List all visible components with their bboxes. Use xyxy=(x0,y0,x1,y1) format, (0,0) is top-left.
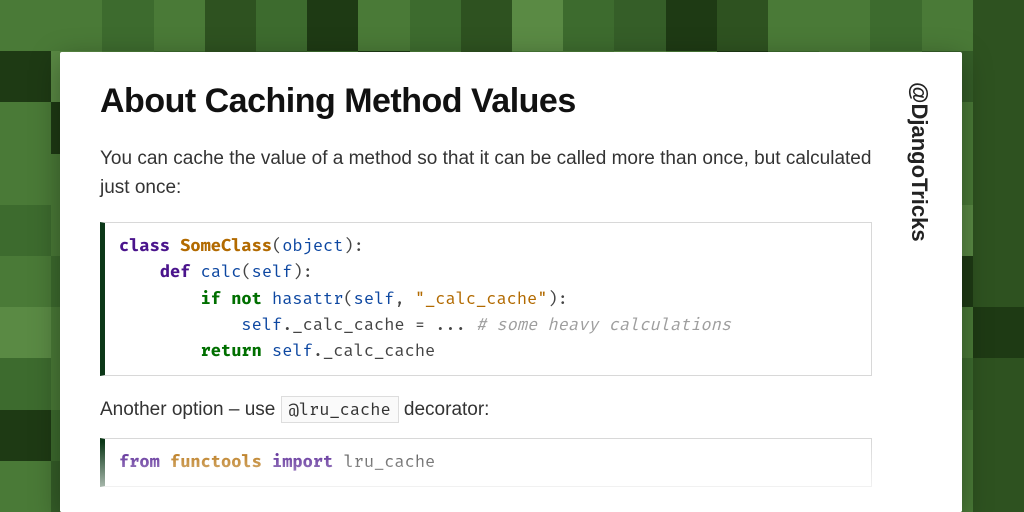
import-name: lru_cache xyxy=(343,451,435,472)
intro-paragraph: You can cache the value of a method so t… xyxy=(100,145,872,202)
article-card: About Caching Method Values You can cach… xyxy=(60,52,962,512)
method-name: calc xyxy=(201,261,242,282)
string-literal: "_calc_cache" xyxy=(415,288,548,309)
kw-class: class xyxy=(119,235,170,256)
class-name: SomeClass xyxy=(180,235,272,256)
kw-import: import xyxy=(272,451,333,472)
kw-return: return xyxy=(201,340,262,361)
kw-def: def xyxy=(160,261,191,282)
module-functools: functools xyxy=(170,451,262,472)
base-class: object xyxy=(282,235,343,256)
outro-after: decorator: xyxy=(399,399,490,420)
twitter-handle: @DjangoTricks xyxy=(906,82,932,242)
kw-if-not: if not xyxy=(201,288,262,309)
kw-from: from xyxy=(119,451,160,472)
fn-hasattr: hasattr xyxy=(272,288,343,309)
inline-code-lru-cache: @lru_cache xyxy=(281,396,399,423)
comment: # some heavy calculations xyxy=(476,314,731,335)
param-self: self xyxy=(252,261,293,282)
code-block-2: from functools import lru_cache xyxy=(100,438,872,486)
outro-paragraph: Another option – use @lru_cache decorato… xyxy=(100,396,872,425)
code-block-1: class SomeClass(object): def calc(self):… xyxy=(100,222,872,376)
page-title: About Caching Method Values xyxy=(100,82,872,121)
outro-before: Another option – use xyxy=(100,399,281,420)
article-content: About Caching Method Values You can cach… xyxy=(100,82,872,487)
page-background: About Caching Method Values You can cach… xyxy=(0,0,1024,512)
